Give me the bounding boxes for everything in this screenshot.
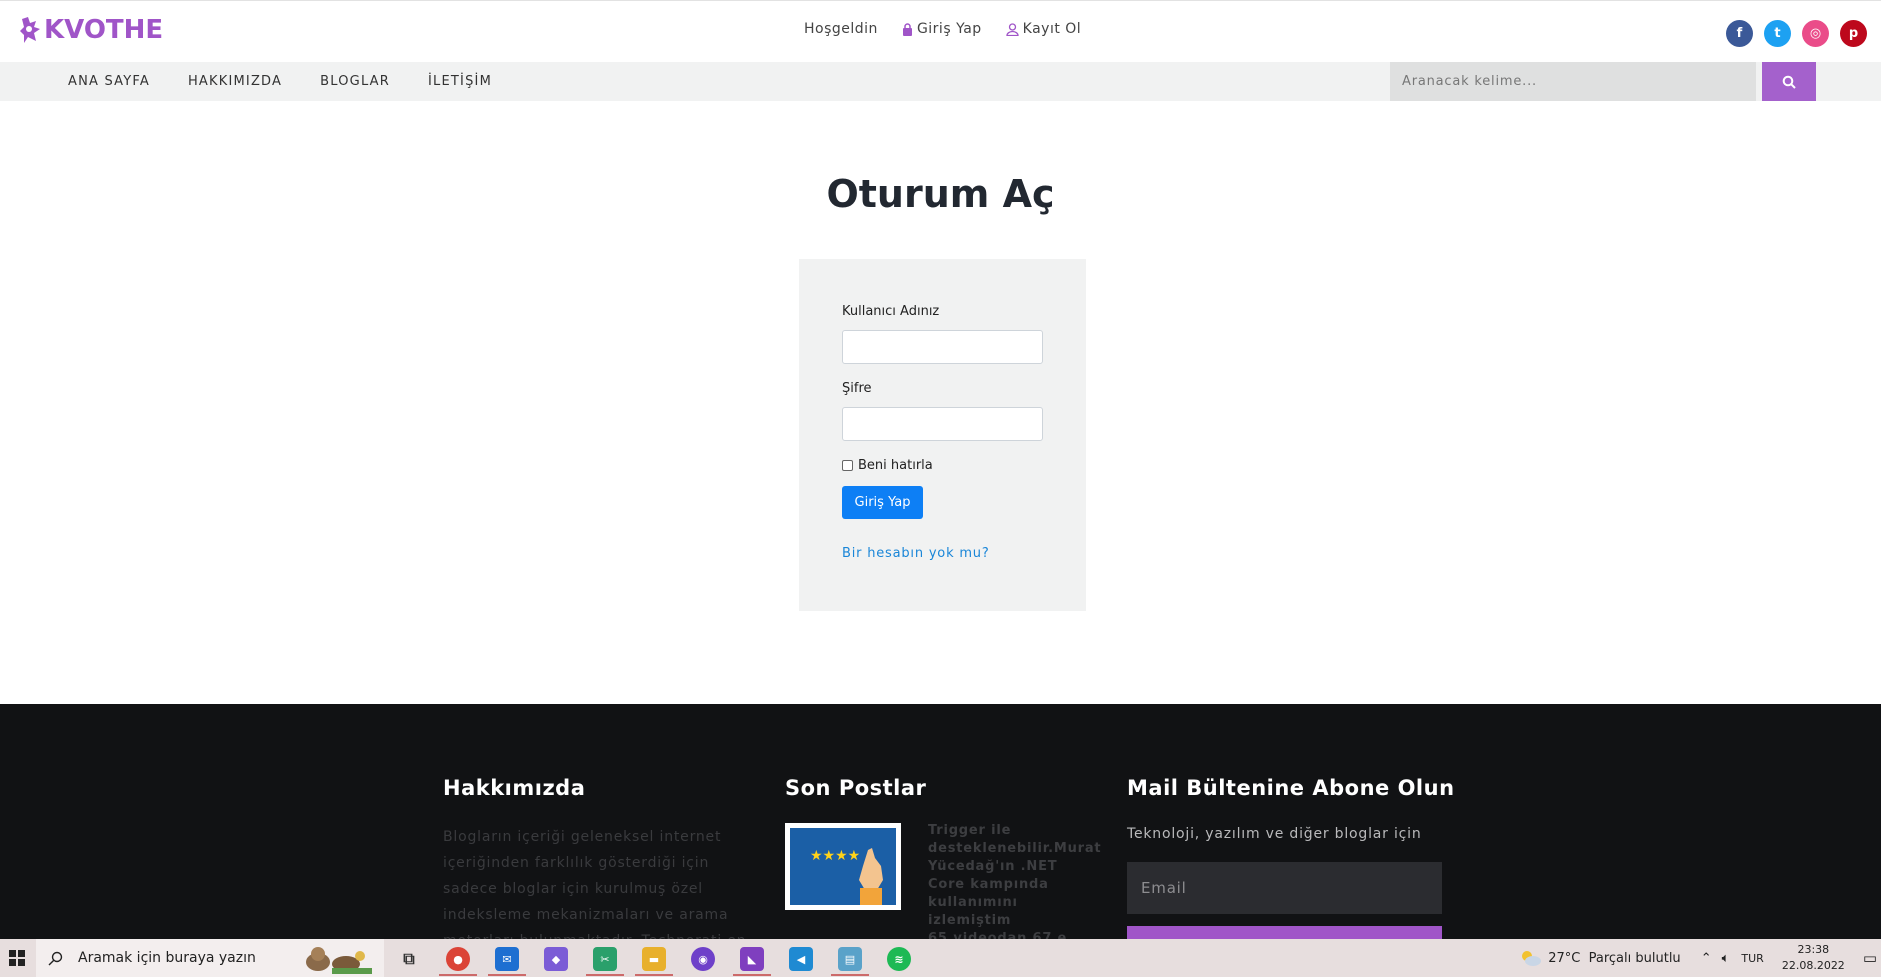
clock[interactable]: 23:38 22.08.2022 bbox=[1782, 942, 1845, 974]
twitter-icon[interactable]: t bbox=[1764, 20, 1791, 47]
subscribe-button[interactable] bbox=[1127, 926, 1442, 939]
footer-newsletter-title: Mail Bültenine Abone Olun bbox=[1127, 776, 1455, 800]
lock-icon bbox=[902, 22, 912, 36]
welcome-link[interactable]: Hoşgeldin bbox=[804, 21, 878, 37]
password-field[interactable] bbox=[842, 407, 1043, 441]
remember-checkbox[interactable] bbox=[842, 460, 853, 471]
weather-icon[interactable] bbox=[1518, 948, 1542, 968]
windows-taskbar: Aramak için buraya yazın ⧉ ● ✉ ◆ ✂ ▬ ◉ ◣… bbox=[0, 939, 1881, 977]
language-indicator[interactable]: TUR bbox=[1741, 952, 1763, 965]
register-link[interactable]: Kayıt Ol bbox=[1006, 21, 1082, 37]
top-header: KVOTHE Hoşgeldin Giriş Yap Kayıt Ol f t … bbox=[0, 0, 1881, 62]
windows-icon bbox=[9, 950, 25, 966]
clock-time: 23:38 bbox=[1797, 943, 1830, 956]
svg-text:★★★★: ★★★★ bbox=[810, 848, 860, 864]
visual-studio-icon[interactable]: ◣ bbox=[740, 947, 764, 971]
register-label: Kayıt Ol bbox=[1022, 21, 1082, 37]
site-logo[interactable]: KVOTHE bbox=[18, 15, 163, 45]
chrome-icon[interactable]: ● bbox=[446, 947, 470, 971]
post-image: ★★★★ bbox=[790, 828, 896, 905]
notification-icon[interactable]: ▭ bbox=[1863, 949, 1877, 967]
username-field[interactable] bbox=[842, 330, 1043, 364]
github-icon[interactable]: ◉ bbox=[691, 947, 715, 971]
post-excerpt[interactable]: Trigger ile desteklenebilir.Murat Yüceda… bbox=[928, 822, 1101, 939]
start-button[interactable] bbox=[0, 939, 34, 977]
login-submit-button[interactable]: Giriş Yap bbox=[842, 486, 923, 519]
weather-text[interactable]: 27°C Parçalı bulutlu bbox=[1548, 951, 1680, 966]
logo-icon bbox=[20, 17, 40, 43]
chevron-up-icon[interactable]: ⌃ bbox=[1701, 951, 1712, 966]
user-icon bbox=[1006, 22, 1019, 36]
facebook-icon[interactable]: f bbox=[1726, 20, 1753, 47]
taskbar-search[interactable]: Aramak için buraya yazın bbox=[36, 939, 384, 977]
signup-link[interactable]: Bir hesabın yok mu? bbox=[842, 546, 990, 561]
username-label: Kullanıcı Adınız bbox=[842, 304, 940, 319]
password-label: Şifre bbox=[842, 381, 872, 396]
dribbble-icon[interactable]: ◎ bbox=[1802, 20, 1829, 47]
tower-icon[interactable]: ◆ bbox=[544, 947, 568, 971]
nav-item-blogs[interactable]: BLOGLAR bbox=[320, 74, 390, 89]
footer-posts-title: Son Postlar bbox=[785, 776, 927, 800]
task-view-icon[interactable]: ⧉ bbox=[397, 947, 421, 971]
taskbar-search-text: Aramak için buraya yazın bbox=[78, 950, 256, 966]
post-thumbnail[interactable]: ★★★★ bbox=[785, 823, 901, 910]
login-link[interactable]: Giriş Yap bbox=[902, 21, 982, 37]
login-label: Giriş Yap bbox=[916, 21, 982, 37]
nav-item-about[interactable]: HAKKIMIZDA bbox=[188, 74, 282, 89]
newsletter-email-input[interactable] bbox=[1127, 862, 1442, 914]
system-tray: 27°C Parçalı bulutlu ⌃ 🔈︎ TUR 23:38 22.0… bbox=[1518, 939, 1881, 977]
vscode-icon[interactable]: ◀ bbox=[789, 947, 813, 971]
rating-stars-image: ★★★★ bbox=[810, 848, 883, 905]
search-icon bbox=[48, 951, 63, 966]
welcome-label: Hoşgeldin bbox=[804, 21, 878, 37]
mail-icon[interactable]: ✉ bbox=[495, 947, 519, 971]
top-links: Hoşgeldin Giriş Yap Kayıt Ol bbox=[804, 21, 1081, 37]
spotify-icon[interactable]: ≋ bbox=[887, 947, 911, 971]
notes-icon[interactable]: ▤ bbox=[838, 947, 862, 971]
login-form: Kullanıcı Adınız Şifre Beni hatırla Giri… bbox=[799, 259, 1086, 611]
remember-me: Beni hatırla bbox=[842, 458, 933, 473]
snipping-icon[interactable]: ✂ bbox=[593, 947, 617, 971]
remember-label: Beni hatırla bbox=[858, 458, 933, 473]
volume-icon[interactable]: 🔈︎ bbox=[1722, 951, 1730, 966]
search-input[interactable] bbox=[1390, 62, 1756, 101]
file-explorer-icon[interactable]: ▬ bbox=[642, 947, 666, 971]
pinterest-icon[interactable]: p bbox=[1840, 20, 1867, 47]
search-icon bbox=[1782, 75, 1796, 89]
clock-date: 22.08.2022 bbox=[1781, 959, 1845, 972]
footer-about-text: Blogların içeriği geleneksel internet iç… bbox=[443, 829, 746, 939]
newsletter-subtitle: Teknoloji, yazılım ve diğer bloglar için bbox=[1127, 826, 1422, 842]
page-title: Oturum Aç bbox=[826, 172, 1055, 216]
nav-item-home[interactable]: ANA SAYFA bbox=[68, 74, 150, 89]
site-footer: Hakkımızda Blogların içeriği geleneksel … bbox=[0, 704, 1881, 939]
search-highlight-image bbox=[306, 947, 372, 974]
logo-text: KVOTHE bbox=[44, 15, 164, 45]
social-links: f t ◎ p bbox=[1726, 20, 1867, 47]
nav-search bbox=[1390, 62, 1816, 101]
search-button[interactable] bbox=[1762, 62, 1816, 101]
nav-item-contact[interactable]: İLETİŞİM bbox=[428, 74, 492, 89]
footer-about-title: Hakkımızda bbox=[443, 776, 586, 800]
